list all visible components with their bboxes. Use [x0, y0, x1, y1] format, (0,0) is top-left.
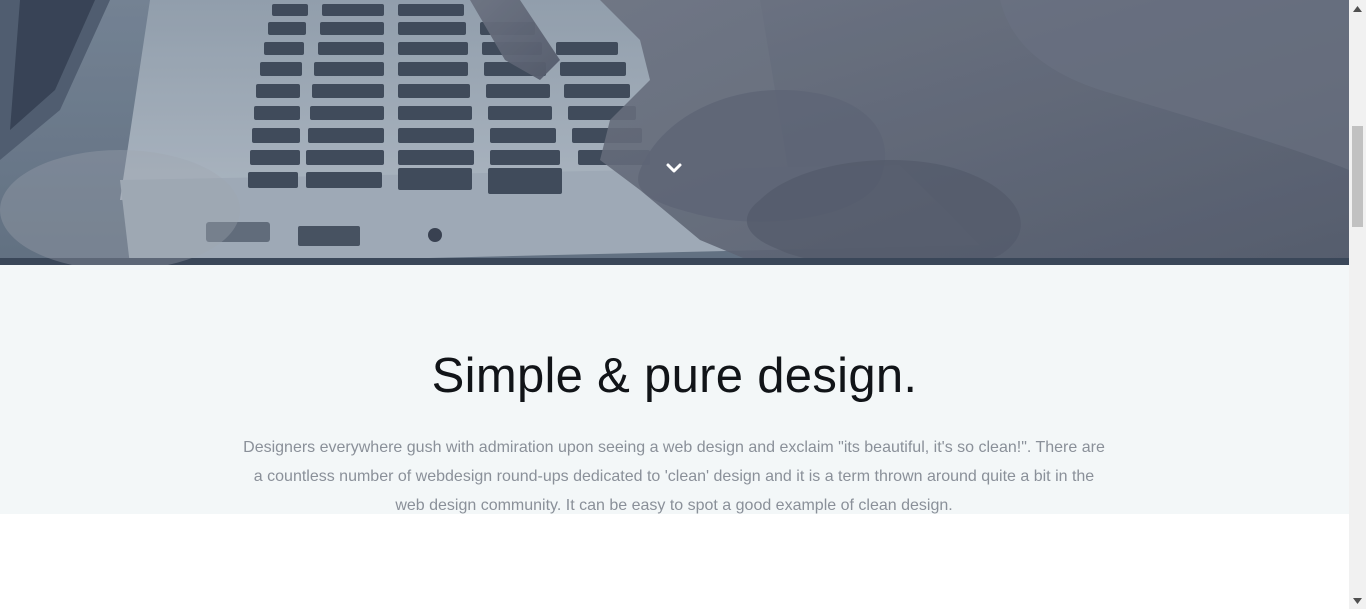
hero-overlay: [0, 0, 1349, 265]
scrollbar-thumb[interactable]: [1352, 126, 1363, 227]
section-heading: Simple & pure design.: [431, 349, 918, 403]
scroll-up-button[interactable]: [1349, 0, 1366, 17]
scroll-up-arrow-icon: [1353, 5, 1362, 12]
intro-section: Simple & pure design. Designers everywhe…: [0, 265, 1349, 514]
vertical-scrollbar[interactable]: [1349, 0, 1366, 609]
section-body-text: Designers everywhere gush with admiratio…: [243, 439, 1105, 514]
scroll-down-button[interactable]: [662, 156, 686, 180]
chevron-down-icon: [666, 163, 682, 173]
scroll-down-arrow-icon: [1353, 597, 1362, 604]
hero-banner: [0, 0, 1349, 265]
page-viewport: Simple & pure design. Designers everywhe…: [0, 0, 1349, 609]
scroll-down-arrow-button[interactable]: [1349, 592, 1366, 609]
next-section: [0, 514, 1349, 609]
